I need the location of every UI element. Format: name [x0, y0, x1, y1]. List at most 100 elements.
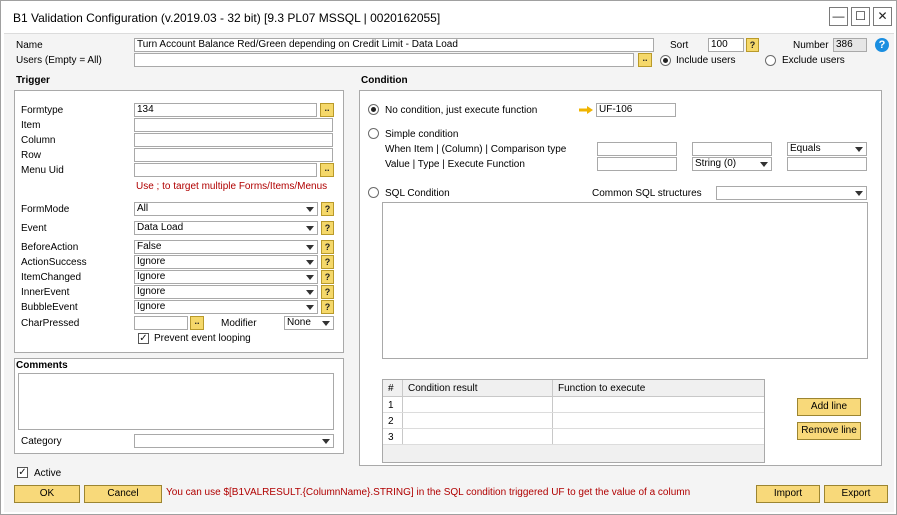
condition-grid: # Condition result Function to execute 1… — [382, 379, 765, 463]
type-select[interactable]: String (0) — [692, 157, 772, 171]
actionsuccess-help-button[interactable]: ? — [321, 255, 334, 269]
arrow-right-icon — [579, 106, 593, 114]
users-field[interactable] — [134, 53, 634, 67]
formmode-select[interactable]: All — [134, 202, 318, 216]
bubbleevent-help-button[interactable]: ? — [321, 300, 334, 314]
remove-line-button[interactable]: Remove line — [797, 422, 861, 440]
value-field[interactable] — [597, 157, 677, 171]
footer-message: You can use $[B1VALRESULT.{ColumnName}.S… — [166, 487, 691, 498]
itemchanged-value: Ignore — [137, 271, 166, 282]
row-number: 1 — [388, 400, 394, 411]
prevent-looping-checkbox[interactable]: ✓ — [138, 333, 149, 344]
comparison-select[interactable]: Equals — [787, 142, 867, 156]
sql-condition-radio[interactable] — [368, 187, 379, 198]
value-type-label: Value | Type | Execute Function — [385, 159, 525, 170]
import-button[interactable]: Import — [756, 485, 820, 503]
formmode-help-button[interactable]: ? — [321, 202, 334, 216]
innerevent-value: Ignore — [137, 286, 166, 297]
modifier-select[interactable]: None — [284, 316, 334, 330]
table-row[interactable] — [383, 397, 764, 413]
maximize-button[interactable]: ☐ — [851, 7, 870, 26]
actionsuccess-select[interactable]: Ignore — [134, 255, 318, 269]
chevron-down-icon — [306, 260, 314, 265]
sql-condition-label: SQL Condition — [385, 188, 450, 199]
title-bar: B1 Validation Configuration (v.2019.03 -… — [1, 1, 896, 33]
close-button[interactable]: ✕ — [873, 7, 892, 26]
include-users-radio[interactable] — [660, 55, 671, 66]
innerevent-select[interactable]: Ignore — [134, 285, 318, 299]
exclude-users-radio[interactable] — [765, 55, 776, 66]
form-body: Name Turn Account Balance Red/Green depe… — [4, 33, 894, 512]
name-label: Name — [16, 40, 43, 51]
beforeaction-select[interactable]: False — [134, 240, 318, 254]
sort-help-button[interactable]: ? — [746, 38, 759, 52]
row-field[interactable] — [134, 148, 333, 162]
chevron-down-icon — [306, 275, 314, 280]
active-label: Active — [34, 468, 62, 479]
name-field[interactable]: Turn Account Balance Red/Green depending… — [134, 38, 654, 52]
cancel-button[interactable]: Cancel — [84, 485, 162, 503]
chevron-down-icon — [306, 207, 314, 212]
formmode-value: All — [137, 203, 149, 214]
execute-function-field[interactable] — [787, 157, 867, 171]
itemchanged-select[interactable]: Ignore — [134, 270, 318, 284]
add-line-button[interactable]: Add line — [797, 398, 861, 416]
condition-header: Condition — [361, 75, 408, 86]
active-checkbox[interactable]: ✓ — [17, 467, 28, 478]
common-sql-select[interactable] — [716, 186, 867, 200]
function-field[interactable]: UF-106 — [596, 103, 676, 117]
sql-query-textarea[interactable] — [382, 202, 868, 359]
no-condition-radio[interactable] — [368, 104, 379, 115]
table-row[interactable] — [383, 413, 764, 429]
export-button[interactable]: Export — [824, 485, 888, 503]
formtype-field[interactable]: 134 — [134, 103, 317, 117]
grid-col-condition-result: Condition result — [408, 383, 478, 394]
when-column-field[interactable] — [692, 142, 772, 156]
item-field[interactable] — [134, 118, 333, 132]
event-help-button[interactable]: ? — [321, 221, 334, 235]
exclude-users-label: Exclude users — [782, 55, 845, 66]
main-window: B1 Validation Configuration (v.2019.03 -… — [0, 0, 897, 515]
grid-col-number: # — [388, 383, 394, 394]
when-item-field[interactable] — [597, 142, 677, 156]
row-number: 2 — [388, 416, 394, 427]
include-users-label: Include users — [676, 55, 736, 66]
table-row[interactable] — [383, 429, 764, 445]
row-number: 3 — [388, 432, 394, 443]
beforeaction-help-button[interactable]: ? — [321, 240, 334, 254]
item-label: Item — [21, 120, 41, 131]
simple-condition-radio[interactable] — [368, 128, 379, 139]
comments-textarea[interactable] — [18, 373, 334, 430]
modifier-value: None — [287, 317, 311, 328]
actionsuccess-label: ActionSuccess — [21, 257, 87, 268]
number-label: Number — [793, 40, 829, 51]
itemchanged-label: ItemChanged — [21, 272, 82, 283]
users-browse-button[interactable]: .. — [638, 53, 652, 67]
itemchanged-help-button[interactable]: ? — [321, 270, 334, 284]
menuuid-field[interactable] — [134, 163, 317, 177]
menuuid-browse-button[interactable]: .. — [320, 163, 334, 177]
column-field[interactable] — [134, 133, 333, 147]
prevent-looping-label: Prevent event looping — [154, 333, 251, 344]
minimize-button[interactable]: — — [829, 7, 848, 26]
ok-button[interactable]: OK — [14, 485, 80, 503]
event-select[interactable]: Data Load — [134, 221, 318, 235]
formtype-browse-button[interactable]: .. — [320, 103, 334, 117]
no-condition-label: No condition, just execute function — [385, 105, 538, 116]
charpressed-field[interactable] — [134, 316, 188, 330]
charpressed-label: CharPressed — [21, 318, 80, 329]
chevron-down-icon — [855, 191, 863, 196]
bubbleevent-select[interactable]: Ignore — [134, 300, 318, 314]
table-row[interactable] — [383, 445, 764, 462]
category-select[interactable] — [134, 434, 334, 448]
beforeaction-label: BeforeAction — [21, 242, 79, 253]
sort-field[interactable]: 100 — [708, 38, 744, 52]
innerevent-help-button[interactable]: ? — [321, 285, 334, 299]
modifier-label: Modifier — [221, 318, 257, 329]
help-icon[interactable]: ? — [875, 38, 889, 52]
window-title: B1 Validation Configuration (v.2019.03 -… — [13, 11, 441, 25]
when-item-label: When Item | (Column) | Comparison type — [385, 144, 567, 155]
charpressed-browse-button[interactable]: .. — [190, 316, 204, 330]
sort-label: Sort — [670, 40, 689, 51]
trigger-header: Trigger — [16, 75, 50, 86]
